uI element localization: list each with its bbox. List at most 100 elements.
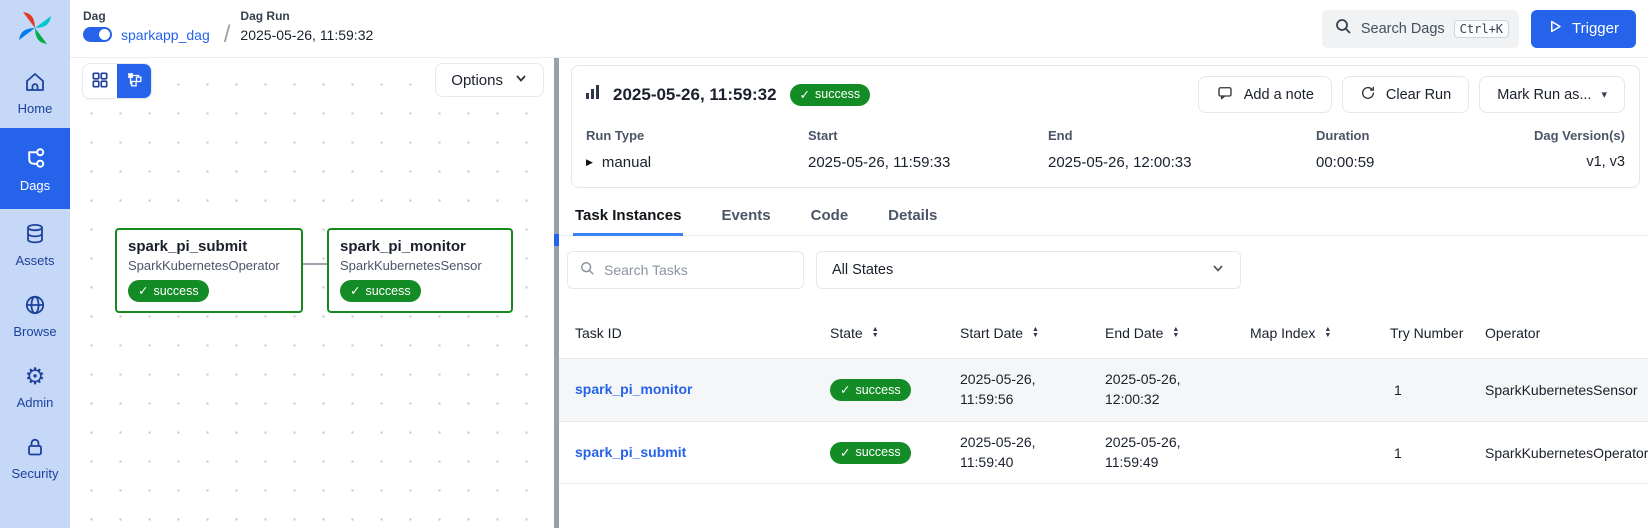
- sidebar-item-label: Security: [12, 466, 59, 481]
- try-number-cell: 1: [1390, 382, 1485, 398]
- gear-icon: ⚙: [25, 364, 46, 388]
- column-state[interactable]: State▲▼: [830, 325, 960, 341]
- tab-events[interactable]: Events: [719, 197, 772, 236]
- clear-run-button[interactable]: Clear Run: [1342, 76, 1469, 113]
- state-badge: ✓success: [830, 379, 911, 401]
- operator-cell: SparkKubernetesOperator: [1485, 445, 1648, 461]
- splitter-handle[interactable]: [554, 234, 559, 246]
- graph-view-button[interactable]: [117, 64, 151, 98]
- sidebar-item-home[interactable]: Home: [0, 57, 70, 128]
- column-start-date[interactable]: Start Date▲▼: [960, 325, 1105, 341]
- mark-run-as-label: Mark Run as...: [1497, 87, 1591, 103]
- refresh-icon: [1360, 85, 1376, 105]
- panel-splitter[interactable]: [554, 58, 559, 528]
- stat-dag-versions: Dag Version(s) v1, v3: [1534, 128, 1625, 171]
- disclosure-triangle-icon[interactable]: ▶: [586, 157, 593, 168]
- breadcrumb-dag: Dag sparkapp_dag: [83, 9, 210, 43]
- search-dags-text: Search Dags: [1361, 21, 1445, 37]
- home-icon: [23, 70, 47, 94]
- tab-code[interactable]: Code: [809, 197, 851, 236]
- sidebar-nav: Home Dags Assets: [0, 57, 70, 493]
- run-status-badge: ✓success: [790, 84, 871, 106]
- dag-label: Dag: [83, 9, 210, 23]
- end-date-cell: 2025-05-26, 11:59:49: [1105, 433, 1217, 472]
- sidebar-item-browse[interactable]: Browse: [0, 280, 70, 351]
- detail-tabs: Task Instances Events Code Details: [559, 197, 1648, 236]
- try-number-cell: 1: [1390, 445, 1485, 461]
- add-note-button[interactable]: Add a note: [1198, 76, 1332, 113]
- search-icon: [1335, 18, 1352, 39]
- chevron-down-icon: [1211, 261, 1225, 279]
- column-end-date[interactable]: End Date▲▼: [1105, 325, 1250, 341]
- task-id-link[interactable]: spark_pi_submit: [575, 444, 686, 460]
- check-icon: ✓: [138, 283, 148, 298]
- main-area: Dag sparkapp_dag / Dag Run 2025-05-26, 1…: [70, 0, 1648, 528]
- play-icon: [1548, 19, 1563, 38]
- sidebar-item-label: Admin: [17, 395, 54, 410]
- dags-icon: [23, 146, 48, 171]
- sidebar-item-dags[interactable]: Dags: [0, 128, 70, 209]
- task-node-spark-pi-submit[interactable]: spark_pi_submit SparkKubernetesOperator …: [115, 228, 303, 313]
- status-badge: ✓success: [340, 280, 421, 302]
- tab-details[interactable]: Details: [886, 197, 939, 236]
- stat-run-type: Run Type ▶manual: [586, 128, 808, 171]
- task-filters: Search Tasks All States: [559, 236, 1648, 302]
- sidebar-item-label: Home: [18, 101, 53, 116]
- task-node-operator: SparkKubernetesSensor: [340, 258, 500, 273]
- dag-name-link[interactable]: sparkapp_dag: [121, 27, 210, 43]
- clear-run-label: Clear Run: [1386, 87, 1451, 103]
- task-node-spark-pi-monitor[interactable]: spark_pi_monitor SparkKubernetesSensor ✓…: [327, 228, 513, 313]
- comment-icon: [1216, 84, 1234, 106]
- sort-icon[interactable]: ▲▼: [1324, 327, 1331, 339]
- task-node-title: spark_pi_submit: [128, 238, 290, 255]
- column-operator: Operator: [1485, 325, 1648, 341]
- database-icon: [23, 222, 47, 246]
- options-label: Options: [451, 72, 503, 89]
- globe-icon: [23, 293, 47, 317]
- trigger-button[interactable]: Trigger: [1531, 10, 1636, 48]
- grid-view-button[interactable]: [83, 64, 117, 98]
- check-icon: ✓: [350, 283, 360, 298]
- lock-icon: [23, 435, 47, 459]
- search-dags-button[interactable]: Search Dags Ctrl+K: [1322, 10, 1519, 48]
- sort-icon[interactable]: ▲▼: [1172, 327, 1179, 339]
- airflow-app: Home Dags Assets: [0, 0, 1648, 528]
- task-instances-table: Task ID State▲▼ Start Date▲▼ End Date▲▼ …: [559, 302, 1648, 528]
- dag-graph-panel: Options spark_pi_submit SparkKubernetesO…: [70, 58, 554, 528]
- task-id-link[interactable]: spark_pi_monitor: [575, 381, 692, 397]
- start-date-cell: 2025-05-26, 11:59:40: [960, 433, 1072, 472]
- table-row[interactable]: spark_pi_monitor ✓success 2025-05-26, 11…: [559, 358, 1648, 421]
- state-filter-select[interactable]: All States: [816, 251, 1241, 289]
- end-date-cell: 2025-05-26, 12:00:32: [1105, 370, 1217, 409]
- options-button[interactable]: Options: [435, 63, 544, 97]
- stat-end: End 2025-05-26, 12:00:33: [1048, 128, 1316, 171]
- dag-pause-toggle[interactable]: [83, 27, 112, 42]
- table-header-row: Task ID State▲▼ Start Date▲▼ End Date▲▼ …: [559, 308, 1648, 358]
- column-task-id: Task ID: [575, 325, 830, 341]
- tab-task-instances[interactable]: Task Instances: [573, 197, 683, 236]
- operator-cell: SparkKubernetesSensor: [1485, 382, 1648, 398]
- state-badge: ✓success: [830, 442, 911, 464]
- column-try-number: Try Number: [1390, 325, 1485, 341]
- run-stats: Run Type ▶manual Start 2025-05-26, 11:59…: [586, 128, 1625, 171]
- table-row[interactable]: spark_pi_submit ✓success 2025-05-26, 11:…: [559, 421, 1648, 484]
- run-details-panel: 2025-05-26, 11:59:32 ✓success Add a note: [559, 58, 1648, 528]
- column-map-index[interactable]: Map Index▲▼: [1250, 325, 1390, 341]
- sidebar-item-security[interactable]: Security: [0, 422, 70, 493]
- sort-icon[interactable]: ▲▼: [872, 327, 879, 339]
- sort-icon[interactable]: ▲▼: [1032, 327, 1039, 339]
- sidebar-item-admin[interactable]: ⚙ Admin: [0, 351, 70, 422]
- state-filter-value: All States: [832, 262, 893, 278]
- add-note-label: Add a note: [1244, 87, 1314, 103]
- stat-duration: Duration 00:00:59: [1316, 128, 1534, 171]
- chevron-down-icon: [514, 71, 528, 89]
- search-tasks-input[interactable]: Search Tasks: [567, 251, 804, 289]
- airflow-logo-icon[interactable]: [15, 8, 55, 53]
- search-tasks-placeholder: Search Tasks: [604, 262, 688, 278]
- mark-run-as-button[interactable]: Mark Run as... ▾: [1479, 76, 1625, 113]
- sidebar-item-label: Dags: [20, 178, 50, 193]
- sidebar-item-assets[interactable]: Assets: [0, 209, 70, 280]
- check-icon: ✓: [800, 87, 810, 102]
- stat-start: Start 2025-05-26, 11:59:33: [808, 128, 1048, 171]
- sidebar-item-label: Assets: [15, 253, 54, 268]
